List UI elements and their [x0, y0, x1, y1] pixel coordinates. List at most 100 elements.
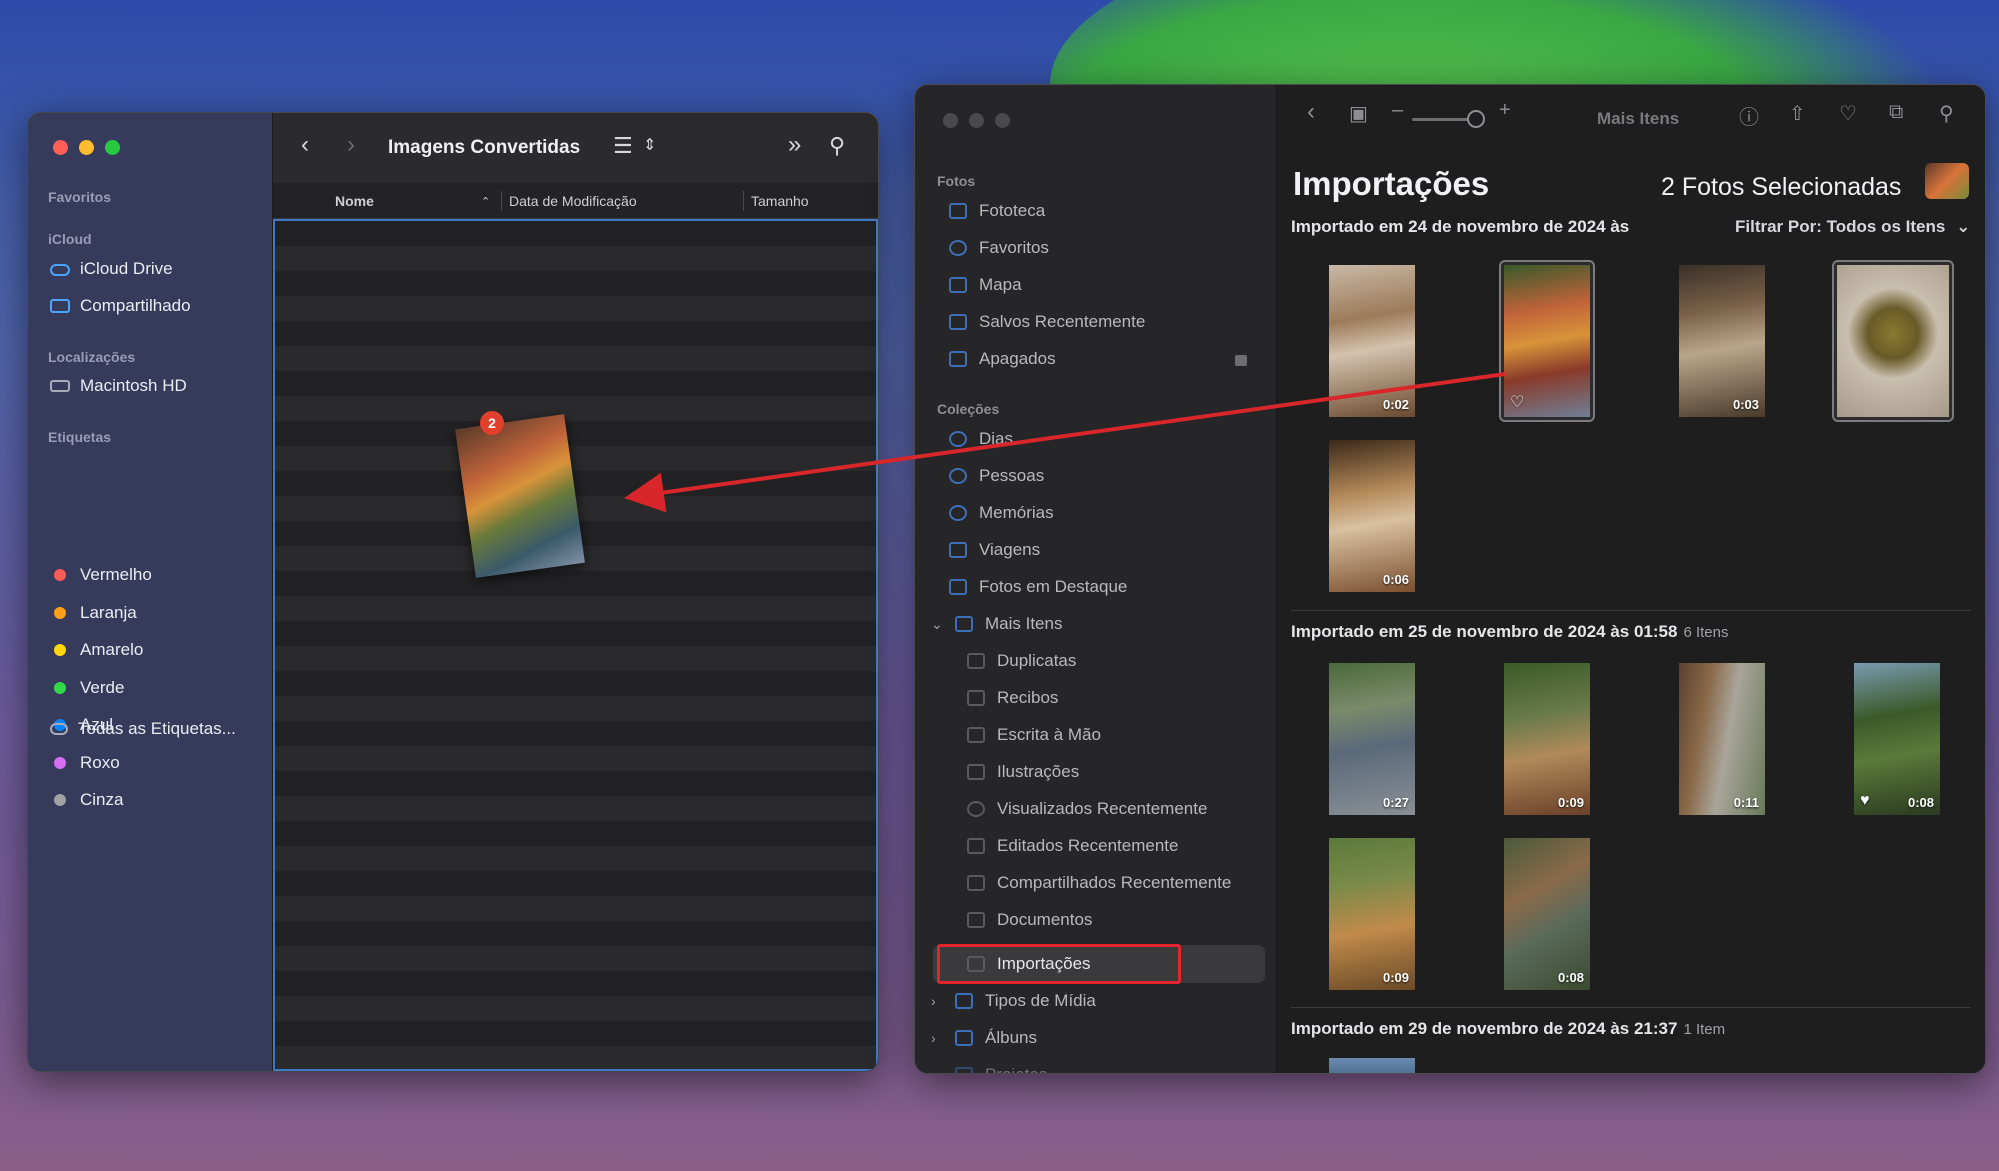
minimize-button[interactable] [79, 140, 94, 155]
forward-chevron-icon[interactable]: › [347, 131, 355, 159]
sidebar-item-albums[interactable]: › Álbuns [931, 1028, 1037, 1048]
close-button[interactable] [53, 140, 68, 155]
column-name[interactable]: Nome [335, 193, 374, 209]
photo-thumbnail[interactable]: 0:03 [1679, 265, 1765, 417]
favorite-heart-icon: ♥ [1860, 792, 1870, 809]
search-icon[interactable]: ⚲ [829, 133, 845, 159]
photo-thumbnail[interactable] [1329, 1058, 1415, 1073]
sidebar-item-more-items[interactable]: ⌄ Mais Itens [931, 614, 1062, 634]
rotate-icon[interactable]: ⧉ [1889, 101, 1903, 124]
sidebar-item-shared[interactable]: Compartilhado [50, 296, 191, 316]
sort-updown-icon[interactable]: ⇕ [643, 135, 656, 155]
import-section-title: Importado em 24 de novembro de 2024 às [1291, 217, 1629, 237]
column-divider [743, 191, 744, 211]
photo-thumbnail[interactable]: 0:27 [1329, 663, 1415, 815]
photo-thumbnail[interactable]: ♥ 0:08 [1854, 663, 1940, 815]
sidebar-item-recently-edited[interactable]: Editados Recentemente [967, 836, 1178, 856]
sidebar-item-recently-viewed[interactable]: Visualizados Recentemente [967, 799, 1207, 819]
sidebar-item-projects[interactable]: › Projetos [931, 1065, 1047, 1073]
sidebar-item-all-tags[interactable]: Todas as Etiquetas... [50, 719, 236, 739]
sidebar-item-tag[interactable]: Cinza [50, 790, 123, 810]
sidebar-item-favorites[interactable]: Favoritos [949, 238, 1049, 258]
sidebar-item-tag[interactable]: Laranja [50, 603, 137, 623]
zoom-slider-handle[interactable] [1467, 110, 1485, 128]
sidebar-item-recently-shared[interactable]: Compartilhados Recentemente [967, 873, 1231, 893]
map-icon [949, 277, 967, 293]
sidebar-item-label: Projetos [985, 1065, 1047, 1073]
sidebar-item-macintosh-hd[interactable]: Macintosh HD [50, 376, 187, 396]
minimize-button[interactable] [969, 113, 984, 128]
sidebar-item-library[interactable]: Fototeca [949, 201, 1045, 221]
finder-toolbar: ‹ › Imagens Convertidas ☰ ⇕ » ⚲ [273, 113, 878, 183]
photo-thumbnail[interactable]: 0:09 [1504, 663, 1590, 815]
back-chevron-icon[interactable]: ‹ [301, 131, 309, 159]
section-photos: Fotos [937, 173, 976, 189]
sidebar-item-icloud-drive[interactable]: iCloud Drive [50, 259, 173, 279]
photo-thumbnail[interactable]: 0:09 [1329, 838, 1415, 990]
import-section-title: Importado em 25 de novembro de 2024 às 0… [1291, 622, 1728, 642]
sidebar-item-featured[interactable]: Fotos em Destaque [949, 577, 1127, 597]
sidebar-item-people[interactable]: Pessoas [949, 466, 1044, 486]
zoom-button[interactable] [105, 140, 120, 155]
sidebar-item-label: Ilustrações [997, 762, 1080, 781]
zoom-in-icon[interactable]: + [1499, 99, 1511, 122]
share-icon[interactable]: ⇧ [1789, 101, 1806, 126]
sidebar-item-label: Escrita à Mão [997, 725, 1101, 744]
column-header: Nome ⌃ Data de Modificação Tamanho [273, 183, 878, 219]
sidebar-item-handwriting[interactable]: Escrita à Mão [967, 725, 1101, 745]
photo-thumbnail-selected[interactable]: ♡ [1504, 265, 1590, 417]
back-chevron-icon[interactable]: ‹ [1307, 98, 1315, 126]
info-icon[interactable]: ⓘ [1739, 101, 1759, 130]
sidebar-item-memories[interactable]: Memórias [949, 503, 1054, 523]
photo-thumbnail-selected[interactable] [1837, 265, 1949, 417]
sidebar-item-tag[interactable]: Roxo [50, 753, 120, 773]
zoom-out-icon[interactable]: – [1392, 99, 1403, 122]
sidebar-item-label: Fotos em Destaque [979, 577, 1128, 596]
chevron-right-icon[interactable]: › [931, 1030, 943, 1046]
sidebar-item-label: Compartilhado [80, 296, 191, 315]
sidebar-item-tag[interactable]: Verde [50, 678, 124, 698]
close-button[interactable] [943, 113, 958, 128]
column-size[interactable]: Tamanho [751, 193, 809, 209]
sidebar-item-tag[interactable]: Amarelo [50, 640, 143, 660]
duplicates-icon [967, 653, 985, 669]
sidebar-item-duplicates[interactable]: Duplicatas [967, 651, 1076, 671]
sidebar-item-recently-saved[interactable]: Salvos Recentemente [949, 312, 1145, 332]
photo-thumbnail[interactable]: 0:11 [1679, 663, 1765, 815]
trash-icon [949, 351, 967, 367]
tag-color-dot [54, 606, 66, 619]
chevron-down-icon[interactable]: ⌄ [931, 616, 943, 633]
more-toolbar-icon[interactable]: » [788, 131, 801, 159]
filter-dropdown[interactable]: Filtrar Por: Todos os Itens ⌄ [1735, 217, 1970, 237]
sidebar-item-trips[interactable]: Viagens [949, 540, 1040, 560]
sidebar-item-media-types[interactable]: › Tipos de Mídia [931, 991, 1096, 1011]
sidebar-item-tag[interactable]: Vermelho [50, 565, 152, 585]
chevron-down-icon: ⌄ [1956, 217, 1971, 236]
finder-window: Favoritos iCloud iCloud Drive Compartilh… [27, 112, 879, 1072]
sidebar-item-days[interactable]: Dias [949, 429, 1013, 449]
eye-icon [967, 801, 985, 817]
zoom-button[interactable] [995, 113, 1010, 128]
sidebar-item-label: Editados Recentemente [997, 836, 1179, 855]
sidebar-item-deleted[interactable]: Apagados [949, 349, 1056, 369]
file-list-drop-target[interactable]: 2 [273, 219, 878, 1071]
aspect-ratio-icon[interactable]: ▣ [1349, 101, 1368, 126]
heart-icon[interactable]: ♡ [1839, 101, 1857, 126]
annotation-highlight-box [937, 944, 1181, 984]
list-view-icon[interactable]: ☰ [613, 133, 633, 159]
sidebar-item-receipts[interactable]: Recibos [967, 688, 1058, 708]
photo-thumbnail[interactable]: 0:02 [1329, 265, 1415, 417]
sidebar-item-documents[interactable]: Documentos [967, 910, 1092, 930]
sidebar-item-map[interactable]: Mapa [949, 275, 1022, 295]
chevron-right-icon[interactable]: › [931, 993, 943, 1009]
search-icon[interactable]: ⚲ [1939, 101, 1954, 126]
dragged-photo-preview[interactable] [455, 414, 585, 578]
page-title: Importações [1293, 165, 1490, 202]
sidebar-item-label: Salvos Recentemente [979, 312, 1146, 331]
pen-icon [967, 727, 985, 743]
chevron-right-icon[interactable]: › [931, 1067, 943, 1073]
photo-thumbnail[interactable]: 0:08 [1504, 838, 1590, 990]
sidebar-item-illustrations[interactable]: Ilustrações [967, 762, 1079, 782]
photo-thumbnail[interactable]: 0:06 [1329, 440, 1415, 592]
column-modified[interactable]: Data de Modificação [509, 193, 637, 209]
